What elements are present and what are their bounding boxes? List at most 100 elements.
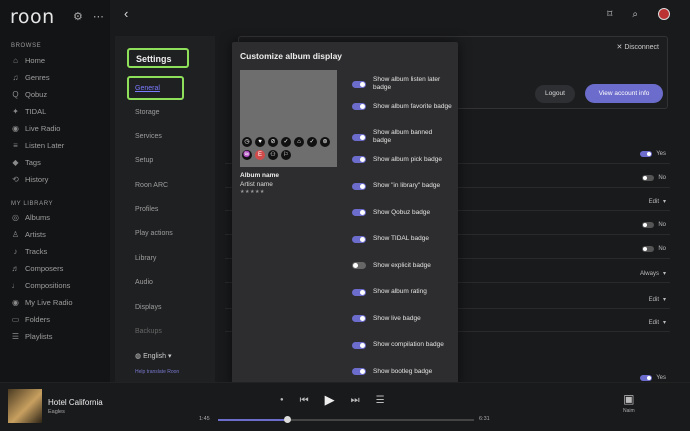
track-artist[interactable]: Eagles — [48, 409, 65, 415]
option-toggle[interactable] — [352, 156, 366, 163]
sidebar-item-compositions[interactable]: ♩ Compositions — [11, 281, 71, 290]
sidebar-item-label: Genres — [25, 73, 50, 82]
progress-bar[interactable] — [218, 416, 474, 423]
help-translate-link[interactable]: Help translate Roon — [135, 369, 179, 375]
sidebar-item-artists[interactable]: ♙ Artists — [11, 230, 46, 239]
sidebar: roon ⚙ ⋯ BROWSE ⌂ Home ♫ Genres Q Qobuz ✦ TIDAL ◉… — [0, 0, 110, 382]
setting-row-label: No — [658, 222, 666, 228]
option-label: Show explicit badge — [373, 261, 431, 269]
disconnect-button[interactable]: ✕ Disconnect — [617, 43, 659, 51]
settings-item-profiles[interactable]: Profiles — [135, 206, 158, 213]
settings-item-roon-arc[interactable]: Roon ARC — [135, 182, 168, 189]
back-chevron-icon[interactable]: ‹ — [124, 6, 128, 21]
sidebar-item-qobuz[interactable]: Q Qobuz — [11, 90, 47, 99]
setting-row-value[interactable]: No — [642, 246, 666, 252]
option-toggle[interactable] — [352, 80, 366, 88]
sidebar-item-tidal[interactable]: ✦ TIDAL — [11, 107, 46, 116]
settings-item-displays[interactable]: Displays — [135, 304, 161, 311]
previous-icon[interactable]: ⏮ — [300, 395, 309, 406]
settings-item-setup[interactable]: Setup — [135, 157, 153, 164]
sidebar-item-listen-later[interactable]: ≡ Listen Later — [11, 141, 64, 150]
setting-row-value[interactable]: No — [642, 175, 666, 181]
option-6[interactable]: Show TIDAL badge — [352, 235, 452, 243]
option-10[interactable]: Show compilation badge — [352, 341, 452, 349]
queue-icon[interactable]: ☰ — [376, 395, 385, 406]
now-playing-cover[interactable] — [8, 389, 42, 423]
option-label: Show live badge — [373, 314, 421, 322]
logout-button[interactable]: Logout — [535, 85, 575, 103]
option-toggle[interactable] — [352, 103, 366, 110]
top-bar: ‹ ⌑ ⌕ — [110, 0, 690, 30]
sidebar-item-history[interactable]: ⟲ History — [11, 175, 48, 184]
option-toggle[interactable] — [352, 209, 366, 216]
setting-toggle[interactable] — [642, 246, 655, 252]
sidebar-item-label: Playlists — [25, 332, 53, 341]
option-2[interactable]: Show album banned badge — [352, 129, 452, 145]
option-toggle[interactable] — [352, 235, 366, 243]
setting-toggle[interactable] — [640, 151, 653, 157]
sidebar-item-tracks[interactable]: ♪ Tracks — [11, 247, 48, 256]
next-icon[interactable]: ⏭ — [351, 395, 360, 406]
settings-item-audio[interactable]: Audio — [135, 279, 153, 286]
setting-toggle[interactable] — [642, 222, 655, 228]
option-11[interactable]: Show bootleg badge — [352, 368, 452, 376]
setting-row-value[interactable]: Yes — [640, 375, 666, 381]
compilation-badge-icon: ⚇ — [268, 150, 278, 160]
setting-row-value[interactable]: Edit ▾ — [649, 198, 666, 206]
option-3[interactable]: Show album pick badge — [352, 156, 452, 164]
avatar[interactable] — [658, 8, 670, 20]
track-title[interactable]: Hotel California — [48, 398, 103, 407]
radio-dot-icon[interactable]: ● — [280, 397, 284, 403]
sidebar-item-albums[interactable]: ◎ Albums — [11, 213, 50, 222]
option-toggle[interactable] — [352, 368, 366, 375]
setting-row-value[interactable]: Always ▾ — [640, 270, 666, 278]
option-1[interactable]: Show album favorite badge — [352, 103, 452, 111]
settings-item-services[interactable]: Services — [135, 133, 162, 140]
setting-row-value[interactable]: Edit ▾ — [649, 319, 666, 327]
roon-app: roon ⚙ ⋯ BROWSE ⌂ Home ♫ Genres Q Qobuz ✦ TIDAL ◉… — [0, 0, 690, 431]
option-toggle[interactable] — [352, 288, 366, 296]
search-icon[interactable]: ⌕ — [632, 9, 638, 20]
setting-row-value[interactable]: No — [642, 222, 666, 228]
progress-handle[interactable] — [284, 416, 292, 423]
option-toggle[interactable] — [352, 341, 366, 349]
play-icon[interactable]: ▶ — [325, 392, 335, 408]
setting-toggle[interactable] — [642, 175, 655, 181]
option-7[interactable]: Show explicit badge — [352, 262, 452, 270]
sidebar-item-genres[interactable]: ♫ Genres — [11, 73, 50, 82]
bookmark-icon[interactable]: ⌑ — [607, 9, 612, 20]
sidebar-item-live-radio[interactable]: ◉ Live Radio — [11, 124, 60, 133]
zone-name: Naim — [623, 408, 635, 414]
gear-icon[interactable]: ⚙ — [73, 11, 83, 23]
qobuz-badge-icon: ✓ — [307, 137, 317, 147]
settings-item-backups[interactable]: Backups — [135, 328, 162, 335]
sidebar-item-home[interactable]: ⌂ Home — [11, 56, 45, 65]
settings-item-library[interactable]: Library — [135, 255, 156, 262]
language-select[interactable]: ◍ English ▾ — [135, 352, 172, 360]
sidebar-item-playlists[interactable]: ☰ Playlists — [11, 332, 53, 341]
sidebar-item-composers[interactable]: ♬ Composers — [11, 264, 64, 273]
option-5[interactable]: Show Qobuz badge — [352, 209, 452, 217]
setting-row-value[interactable]: Yes — [640, 151, 666, 157]
more-icon[interactable]: ⋯ — [93, 11, 104, 23]
option-8[interactable]: Show album rating — [352, 288, 452, 296]
settings-item-storage[interactable]: Storage — [135, 109, 160, 116]
pick-badge-icon: ✓ — [281, 137, 291, 147]
zone-selector[interactable]: ▣ Naim — [623, 392, 635, 414]
settings-item-play-actions[interactable]: Play actions — [135, 230, 173, 237]
option-toggle[interactable] — [352, 182, 366, 190]
setting-toggle[interactable] — [640, 375, 653, 381]
option-0[interactable]: Show album listen later badge — [352, 76, 452, 92]
sidebar-item-my-live-radio[interactable]: ◉ My Live Radio — [11, 298, 73, 307]
view-account-button[interactable]: View account info — [585, 84, 663, 103]
sidebar-item-tags[interactable]: ◆ Tags — [11, 158, 40, 167]
option-label: Show album listen later badge — [373, 76, 441, 91]
option-toggle[interactable] — [352, 262, 366, 269]
sidebar-item-folders[interactable]: ▭ Folders — [11, 315, 50, 324]
option-toggle[interactable] — [352, 133, 366, 141]
settings-item-general[interactable]: General — [135, 85, 160, 92]
option-9[interactable]: Show live badge — [352, 315, 452, 323]
option-4[interactable]: Show "in library" badge — [352, 182, 452, 190]
setting-row-value[interactable]: Edit ▾ — [649, 296, 666, 304]
option-toggle[interactable] — [352, 315, 366, 322]
